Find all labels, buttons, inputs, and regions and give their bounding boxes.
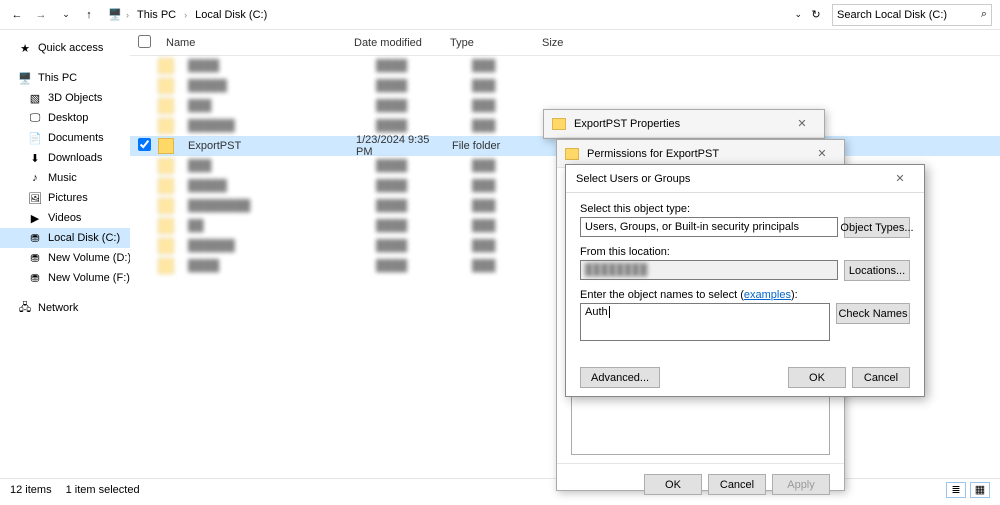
sidebar-item-new-volume-f[interactable]: ⛃New Volume (F:) (0, 268, 130, 288)
sidebar-item-local-disk-c[interactable]: ⛃Local Disk (C:) (0, 228, 130, 248)
sidebar-network[interactable]: 🖧Network (0, 298, 130, 318)
dialog-title: Permissions for ExportPST (587, 148, 719, 160)
videos-icon: ▶ (28, 211, 42, 225)
sidebar-item-pictures[interactable]: 🖼Pictures (0, 188, 130, 208)
breadcrumb[interactable]: 🖥️ › This PC › Local Disk (C:) (104, 7, 788, 23)
folder-icon (552, 118, 566, 130)
chevron-right-icon: › (126, 10, 129, 20)
sidebar-item-documents[interactable]: 📄Documents (0, 128, 130, 148)
sidebar-item-videos[interactable]: ▶Videos (0, 208, 130, 228)
breadcrumb-item[interactable]: This PC (133, 7, 180, 23)
downloads-icon: ⬇ (28, 151, 42, 165)
desktop-icon: 🖵 (28, 111, 42, 125)
status-items: 12 items (10, 484, 52, 496)
cancel-button[interactable]: Cancel (852, 367, 910, 388)
sidebar-item-3d-objects[interactable]: ▧3D Objects (0, 88, 130, 108)
star-icon: ★ (18, 41, 32, 55)
sidebar-item-downloads[interactable]: ⬇Downloads (0, 148, 130, 168)
sidebar-quick-access[interactable]: ★Quick access (0, 38, 130, 58)
location-label: From this location: (580, 246, 910, 258)
sidebar-item-new-volume-d[interactable]: ⛃New Volume (D:) (0, 248, 130, 268)
apply-button[interactable]: Apply (772, 474, 830, 495)
ok-button[interactable]: OK (788, 367, 846, 388)
folder-icon: ▧ (28, 91, 42, 105)
dialog-title: ExportPST Properties (574, 118, 680, 130)
object-names-input[interactable]: Auth (580, 303, 830, 341)
view-details-button[interactable]: ≣ (946, 482, 966, 498)
view-icons-button[interactable]: ▦ (970, 482, 990, 498)
object-types-button[interactable]: Object Types... (844, 217, 910, 238)
recent-dropdown[interactable]: ⌄ (56, 6, 74, 24)
folder-icon (158, 138, 174, 154)
network-icon: 🖧 (18, 301, 32, 315)
drive-icon: ⛃ (28, 251, 42, 265)
search-icon: ⌕ (981, 8, 987, 21)
object-type-label: Select this object type: (580, 203, 910, 215)
cell-type: File folder (444, 140, 536, 152)
cancel-button[interactable]: Cancel (708, 474, 766, 495)
documents-icon: 📄 (28, 131, 42, 145)
refresh-button[interactable]: ↻ (806, 5, 826, 25)
folder-icon (565, 148, 579, 160)
address-bar: ← → ⌄ ↑ 🖥️ › This PC › Local Disk (C:) ⌄… (0, 0, 1000, 30)
pc-icon: 🖥️ (18, 71, 32, 85)
dialog-title: Select Users or Groups (576, 173, 690, 185)
close-button[interactable]: ✕ (808, 144, 836, 164)
pc-icon: 🖥️ (108, 8, 122, 22)
breadcrumb-item[interactable]: Local Disk (C:) (191, 7, 271, 23)
select-all-checkbox[interactable] (138, 35, 151, 48)
up-button[interactable]: ↑ (80, 6, 98, 24)
drive-icon: ⛃ (28, 231, 42, 245)
status-bar: 12 items 1 item selected ≣ ▦ (0, 478, 1000, 500)
properties-dialog: ExportPST Properties ✕ (543, 109, 825, 139)
navigation-pane: ★Quick access 🖥️This PC ▧3D Objects 🖵Des… (0, 30, 130, 470)
column-type[interactable]: Type (442, 37, 534, 49)
close-button[interactable]: ✕ (788, 114, 816, 134)
advanced-button[interactable]: Advanced... (580, 367, 660, 388)
column-name[interactable]: Name (158, 37, 346, 49)
check-names-button[interactable]: Check Names (836, 303, 910, 324)
pictures-icon: 🖼 (28, 191, 42, 205)
locations-button[interactable]: Locations... (844, 260, 910, 281)
location-field: ████████ (580, 260, 838, 280)
drive-icon: ⛃ (28, 271, 42, 285)
cell-name: ExportPST (180, 140, 348, 152)
object-type-field: Users, Groups, or Built-in security prin… (580, 217, 838, 237)
examples-link[interactable]: examples (744, 289, 791, 301)
search-input[interactable]: Search Local Disk (C:) ⌕ (832, 4, 992, 26)
sidebar-this-pc[interactable]: 🖥️This PC (0, 68, 130, 88)
forward-button: → (32, 6, 50, 24)
chevron-down-icon[interactable]: ⌄ (794, 9, 800, 20)
music-icon: ♪ (28, 171, 42, 185)
dialog-titlebar[interactable]: ExportPST Properties ✕ (544, 110, 824, 138)
back-button[interactable]: ← (8, 6, 26, 24)
close-button[interactable]: ✕ (886, 169, 914, 189)
chevron-right-icon: › (184, 10, 187, 20)
select-users-dialog: Select Users or Groups ✕ Select this obj… (565, 164, 925, 397)
sidebar-item-desktop[interactable]: 🖵Desktop (0, 108, 130, 128)
column-date[interactable]: Date modified (346, 37, 442, 49)
cell-date: 1/23/2024 9:35 PM (348, 134, 444, 158)
row-checkbox[interactable] (138, 138, 151, 151)
sidebar-item-music[interactable]: ♪Music (0, 168, 130, 188)
status-selected: 1 item selected (66, 484, 140, 496)
ok-button[interactable]: OK (644, 474, 702, 495)
object-names-label: Enter the object names to select (exampl… (580, 289, 910, 301)
dialog-titlebar[interactable]: Select Users or Groups ✕ (566, 165, 924, 193)
column-header: Name Date modified Type Size (130, 30, 1000, 56)
column-size[interactable]: Size (534, 37, 614, 49)
search-placeholder: Search Local Disk (C:) (837, 9, 947, 21)
